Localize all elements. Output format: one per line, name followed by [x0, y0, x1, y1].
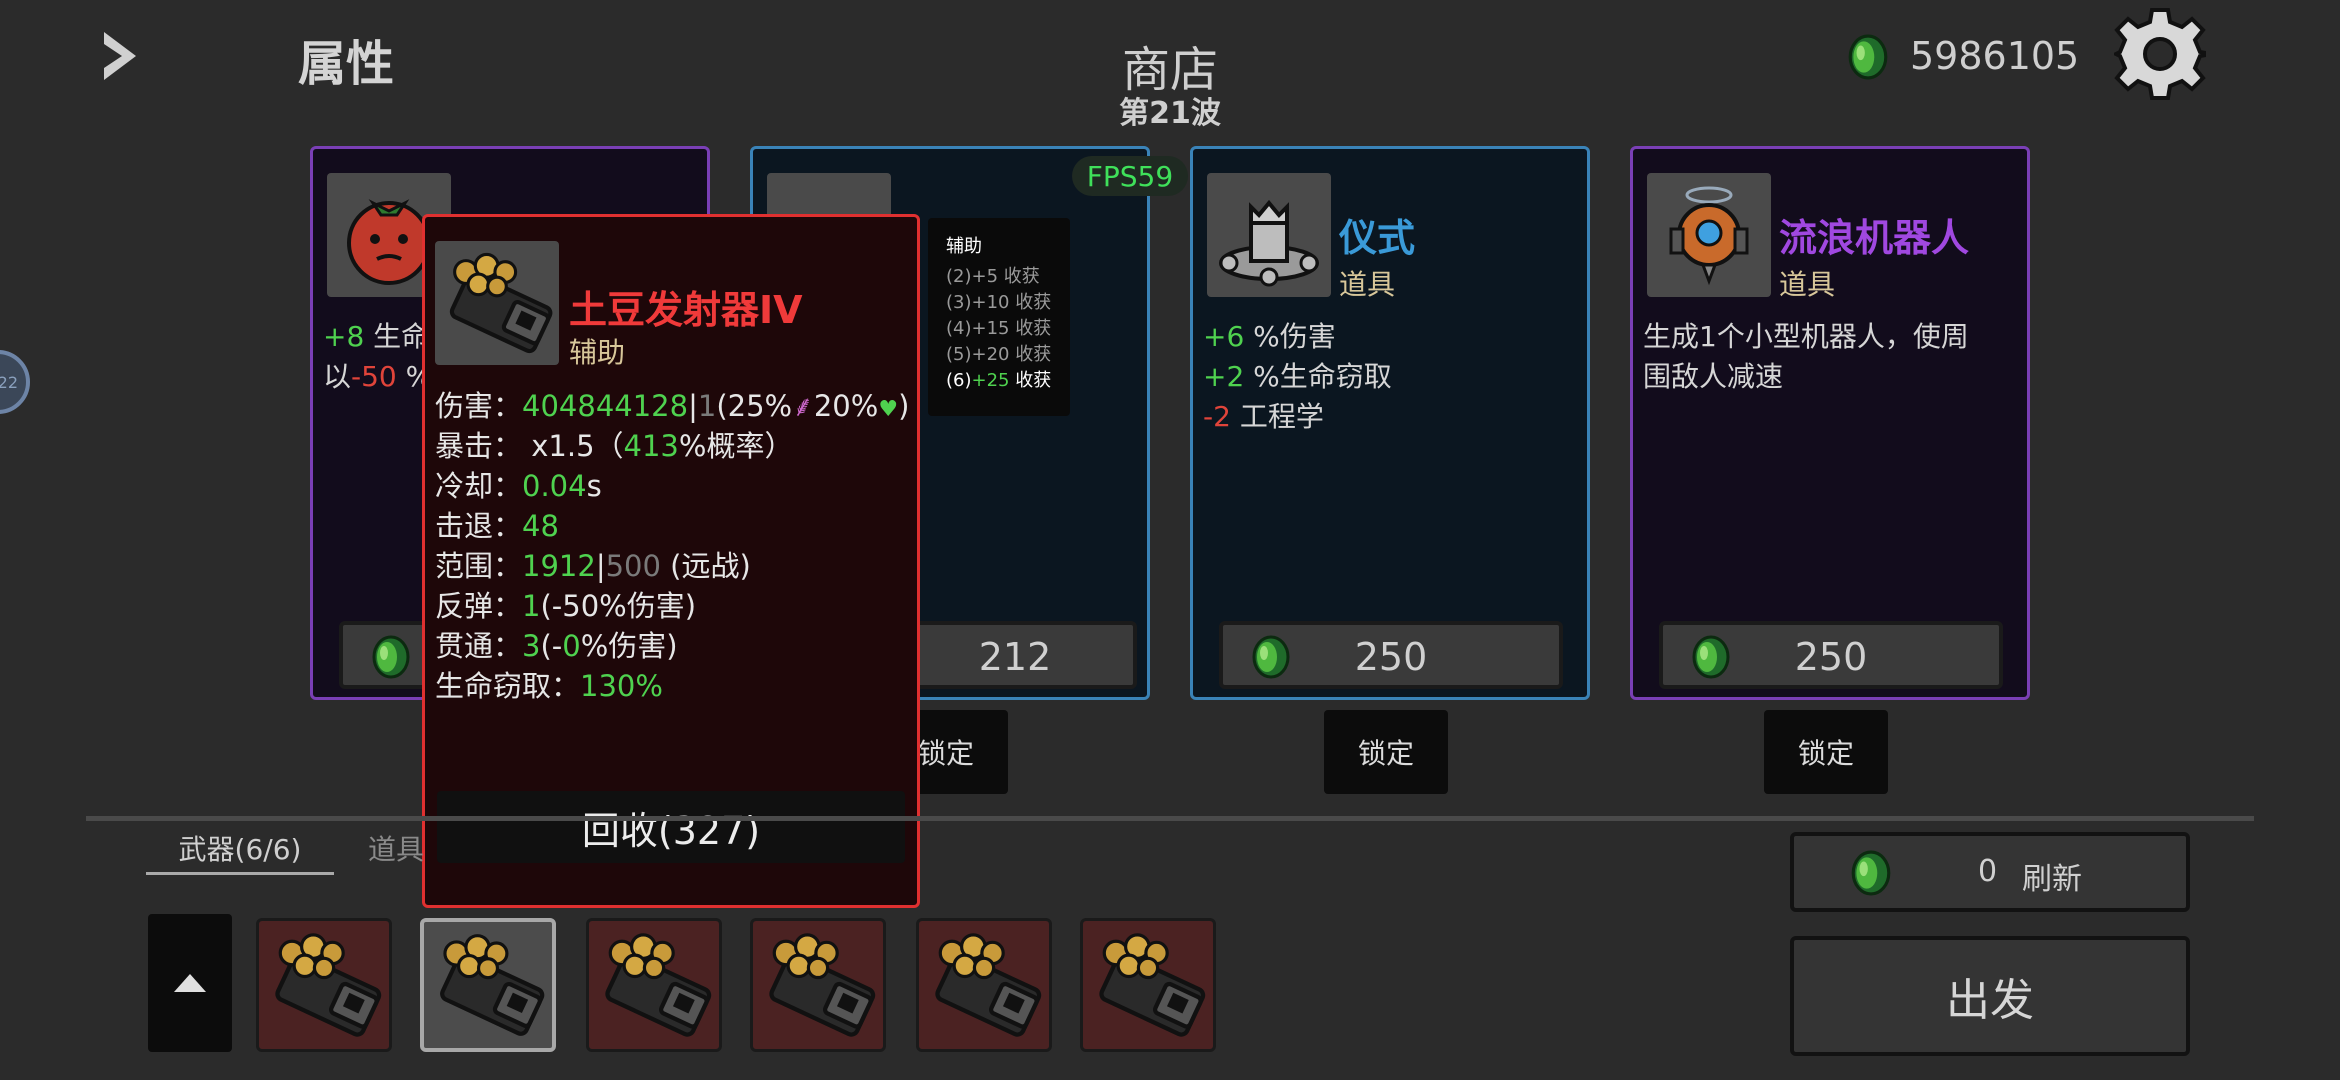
card-3-price[interactable]: 250 [1219, 621, 1563, 689]
weapon-slot-6[interactable] [1080, 918, 1216, 1052]
card-3-type: 道具 [1339, 268, 1396, 301]
shop-card-4[interactable]: 流浪机器人 道具 生成1个小型机器人，使周 围敌人减速 250 [1630, 146, 2030, 700]
scroll-up-button[interactable] [148, 914, 232, 1052]
potato-launcher-icon [753, 921, 883, 1049]
stat-crit: 暴击： x1.5（413%概率） [435, 429, 794, 463]
weapon-slot-4[interactable] [750, 918, 886, 1052]
card-4-price-value: 250 [1794, 635, 1868, 679]
weapon-slot-1[interactable] [256, 918, 392, 1052]
weapon-detail-popup: 土豆发射器IV 辅助 伤害：404844128|1(25%⸙20%♥) 暴击： … [422, 214, 920, 908]
coin-amount: 5986105 [1910, 34, 2080, 78]
triangle-up-icon [174, 974, 206, 992]
stat-damage: 伤害：404844128|1(25%⸙20%♥) [435, 389, 910, 423]
assist-tier: (4)+15 收获 [946, 318, 1052, 339]
heart-icon: ♥ [878, 397, 899, 422]
weapon-slot-2[interactable] [420, 918, 556, 1052]
assist-tier-active: (6)+25 收获 [946, 370, 1052, 391]
card-1-stat-1: +8 生命 [323, 320, 430, 353]
card-4-name: 流浪机器人 [1779, 216, 1970, 260]
assist-tier: (2)+5 收获 [946, 266, 1040, 287]
tab-weapons[interactable]: 武器(6/6) [146, 828, 334, 875]
lock-button-4[interactable]: 锁定 [1764, 710, 1888, 794]
card-4-description-2: 围敌人减速 [1643, 360, 1784, 393]
divider [86, 816, 2254, 821]
refresh-button[interactable]: 0 刷新 [1790, 832, 2190, 912]
stat-pierce: 贯通：3(-0%伤害) [435, 629, 678, 663]
side-badge[interactable]: 22 [0, 350, 30, 414]
coin-icon [1850, 850, 1892, 896]
wave-label: 第21波 [1119, 96, 1221, 131]
stat-knockback: 击退：48 [435, 509, 559, 543]
assist-tier: (5)+20 收获 [946, 344, 1052, 365]
card-1-stat-2: 以-50 % [323, 360, 433, 393]
refresh-cost: 0 [1978, 854, 1998, 889]
robot-icon [1647, 173, 1771, 297]
shop-card-3[interactable]: 仪式 道具 +6 %伤害 +2 %生命窃取 -2 工程学 250 [1190, 146, 1590, 700]
tab-items[interactable]: 道具 [368, 828, 424, 868]
recycle-button[interactable]: 回收(327) [437, 791, 905, 863]
potato-launcher-icon [259, 921, 389, 1049]
potato-launcher-icon [1083, 921, 1213, 1049]
ritual-icon [1207, 173, 1331, 297]
go-button[interactable]: 出发 [1790, 936, 2190, 1056]
stat-range: 范围：1912|500 (远战) [435, 549, 751, 583]
card-4-type: 道具 [1779, 268, 1836, 301]
weapon-slot-3[interactable] [586, 918, 722, 1052]
card-3-stat-3: -2 工程学 [1203, 400, 1324, 433]
card-3-stat-2: +2 %生命窃取 [1203, 360, 1392, 393]
gear-icon[interactable] [2114, 6, 2206, 102]
stat-lifesteal: 生命窃取：130% [435, 669, 663, 703]
card-3-stat-1: +6 %伤害 [1203, 320, 1336, 353]
weapon-slot-5[interactable] [916, 918, 1052, 1052]
card-4-description-1: 生成1个小型机器人，使周 [1643, 320, 1969, 353]
card-2-price-value: 212 [978, 635, 1052, 679]
potato-launcher-icon [424, 922, 552, 1048]
lock-button-3[interactable]: 锁定 [1324, 710, 1448, 794]
refresh-label: 刷新 [2022, 862, 2082, 897]
stat-cooldown: 冷却：0.04s [435, 469, 602, 503]
weapon-type: 辅助 [569, 336, 626, 369]
coin-icon [1846, 34, 1890, 80]
assist-tooltip-title: 辅助 [946, 236, 982, 257]
assist-tier: (3)+10 收获 [946, 292, 1052, 313]
card-4-price[interactable]: 250 [1659, 621, 2003, 689]
card-3-price-value: 250 [1354, 635, 1428, 679]
potato-launcher-icon [435, 241, 559, 365]
stat-bounce: 反弹：1(-50%伤害) [435, 589, 697, 623]
weapon-name: 土豆发射器IV [569, 288, 803, 332]
ranged-damage-icon: ⸙ [792, 389, 814, 423]
assist-set-tooltip: 辅助 (2)+5 收获 (3)+10 收获 (4)+15 收获 (5)+20 收… [928, 218, 1070, 416]
potato-launcher-icon [589, 921, 719, 1049]
card-3-name: 仪式 [1339, 216, 1416, 260]
card-2-price[interactable]: 212 [893, 621, 1137, 689]
potato-launcher-icon [919, 921, 1049, 1049]
fps-counter: FPS59 [1072, 156, 1188, 196]
coin-icon [371, 635, 411, 679]
